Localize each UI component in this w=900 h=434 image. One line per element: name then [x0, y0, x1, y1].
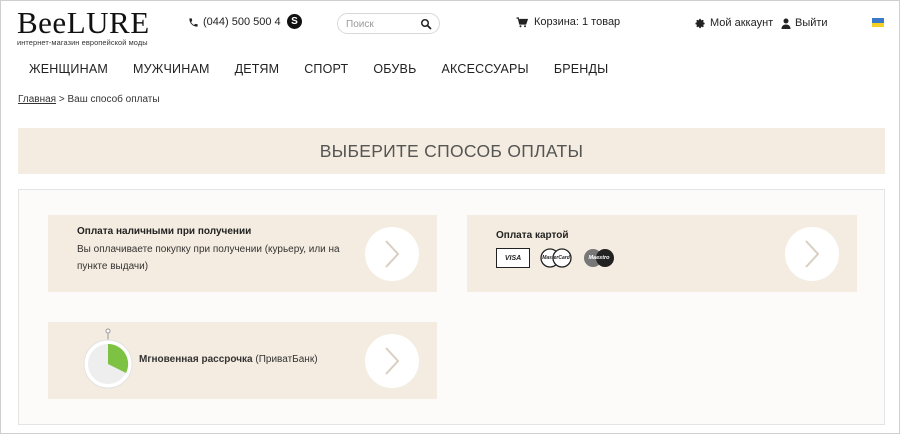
site-logo[interactable]: BeeLURE интернет-магазин европейской мод…	[17, 5, 150, 47]
phone-number: (044) 500 500 4	[203, 16, 281, 28]
nav-item-accessories[interactable]: АКСЕССУАРЫ	[441, 62, 528, 76]
logout-label: Выйти	[795, 17, 828, 29]
payment-option-cash[interactable]: Оплата наличными при получении Вы оплачи…	[48, 215, 437, 292]
timer-icon	[83, 328, 133, 389]
installment-select-button[interactable]	[365, 334, 419, 388]
maestro-badge-icon: Maestro	[581, 248, 617, 268]
ukraine-flag-icon[interactable]	[872, 18, 884, 27]
main-nav: ЖЕНЩИНАМ МУЖЧИНАМ ДЕТЯМ СПОРТ ОБУВЬ АКСЕ…	[29, 62, 633, 76]
account-link[interactable]: Мой аккаунт	[695, 17, 773, 29]
cart-label: Корзина: 1 товар	[534, 16, 621, 28]
logout-link[interactable]: Выйти	[781, 17, 828, 29]
user-icon	[781, 18, 791, 29]
card-option-title: Оплата картой	[496, 230, 569, 241]
nav-item-kids[interactable]: ДЕТЯМ	[235, 62, 280, 76]
mastercard-badge-icon: MasterCard	[538, 248, 574, 268]
nav-item-shoes[interactable]: ОБУВЬ	[373, 62, 416, 76]
visa-badge-icon: VISA	[496, 248, 530, 268]
nav-item-brands[interactable]: БРЕНДЫ	[554, 62, 609, 76]
account-label: Мой аккаунт	[710, 17, 774, 29]
cash-option-desc-line2: пункте выдачи)	[77, 261, 149, 272]
nav-item-women[interactable]: ЖЕНЩИНАМ	[29, 62, 108, 76]
cart-icon	[516, 16, 528, 27]
mastercard-badge-label: MasterCard	[542, 255, 570, 261]
installment-option-title: Мгновенная рассрочка	[139, 354, 253, 365]
page-title-band: ВЫБЕРИТЕ СПОСОБ ОПЛАТЫ	[18, 128, 885, 174]
payment-options-panel: Оплата наличными при получении Вы оплачи…	[18, 189, 885, 425]
breadcrumb-home-link[interactable]: Главная	[18, 94, 56, 105]
logo-tagline: интернет-магазин европейской моды	[17, 38, 148, 47]
chevron-right-icon	[385, 347, 400, 375]
cash-option-desc-line1: Вы оплачиваете покупку при получении (ку…	[77, 244, 340, 255]
search-icon[interactable]	[420, 18, 432, 30]
chevron-right-icon	[805, 240, 820, 268]
payment-option-installment[interactable]: Мгновенная рассрочка (ПриватБанк)	[48, 322, 437, 399]
cart-link[interactable]: Корзина: 1 товар	[516, 16, 620, 28]
cash-option-title: Оплата наличными при получении	[77, 226, 252, 237]
payment-option-card[interactable]: Оплата картой VISA MasterCard Maestro	[467, 215, 857, 292]
installment-option-label: Мгновенная рассрочка (ПриватБанк)	[139, 351, 318, 368]
phone-icon	[189, 17, 198, 27]
nav-item-men[interactable]: МУЖЧИНАМ	[133, 62, 210, 76]
card-select-button[interactable]	[785, 227, 839, 281]
breadcrumb-current: Ваш способ оплаты	[67, 94, 160, 105]
chevron-right-icon	[385, 240, 400, 268]
nav-item-sport[interactable]: СПОРТ	[304, 62, 348, 76]
logo-text: BeeLURE	[17, 5, 150, 40]
skype-icon[interactable]: S	[287, 14, 302, 29]
visa-badge-label: VISA	[504, 254, 522, 262]
search-box	[337, 13, 440, 34]
phone-link[interactable]: (044) 500 500 4	[188, 16, 281, 28]
installment-option-bank: (ПриватБанк)	[255, 354, 318, 365]
cash-select-button[interactable]	[365, 227, 419, 281]
breadcrumb-separator: >	[58, 94, 65, 105]
page-title: ВЫБЕРИТЕ СПОСОБ ОПЛАТЫ	[319, 140, 584, 161]
breadcrumb: Главная > Ваш способ оплаты	[18, 94, 160, 105]
gear-icon	[695, 18, 705, 28]
search-input[interactable]	[346, 15, 421, 34]
maestro-badge-label: Maestro	[588, 255, 610, 261]
